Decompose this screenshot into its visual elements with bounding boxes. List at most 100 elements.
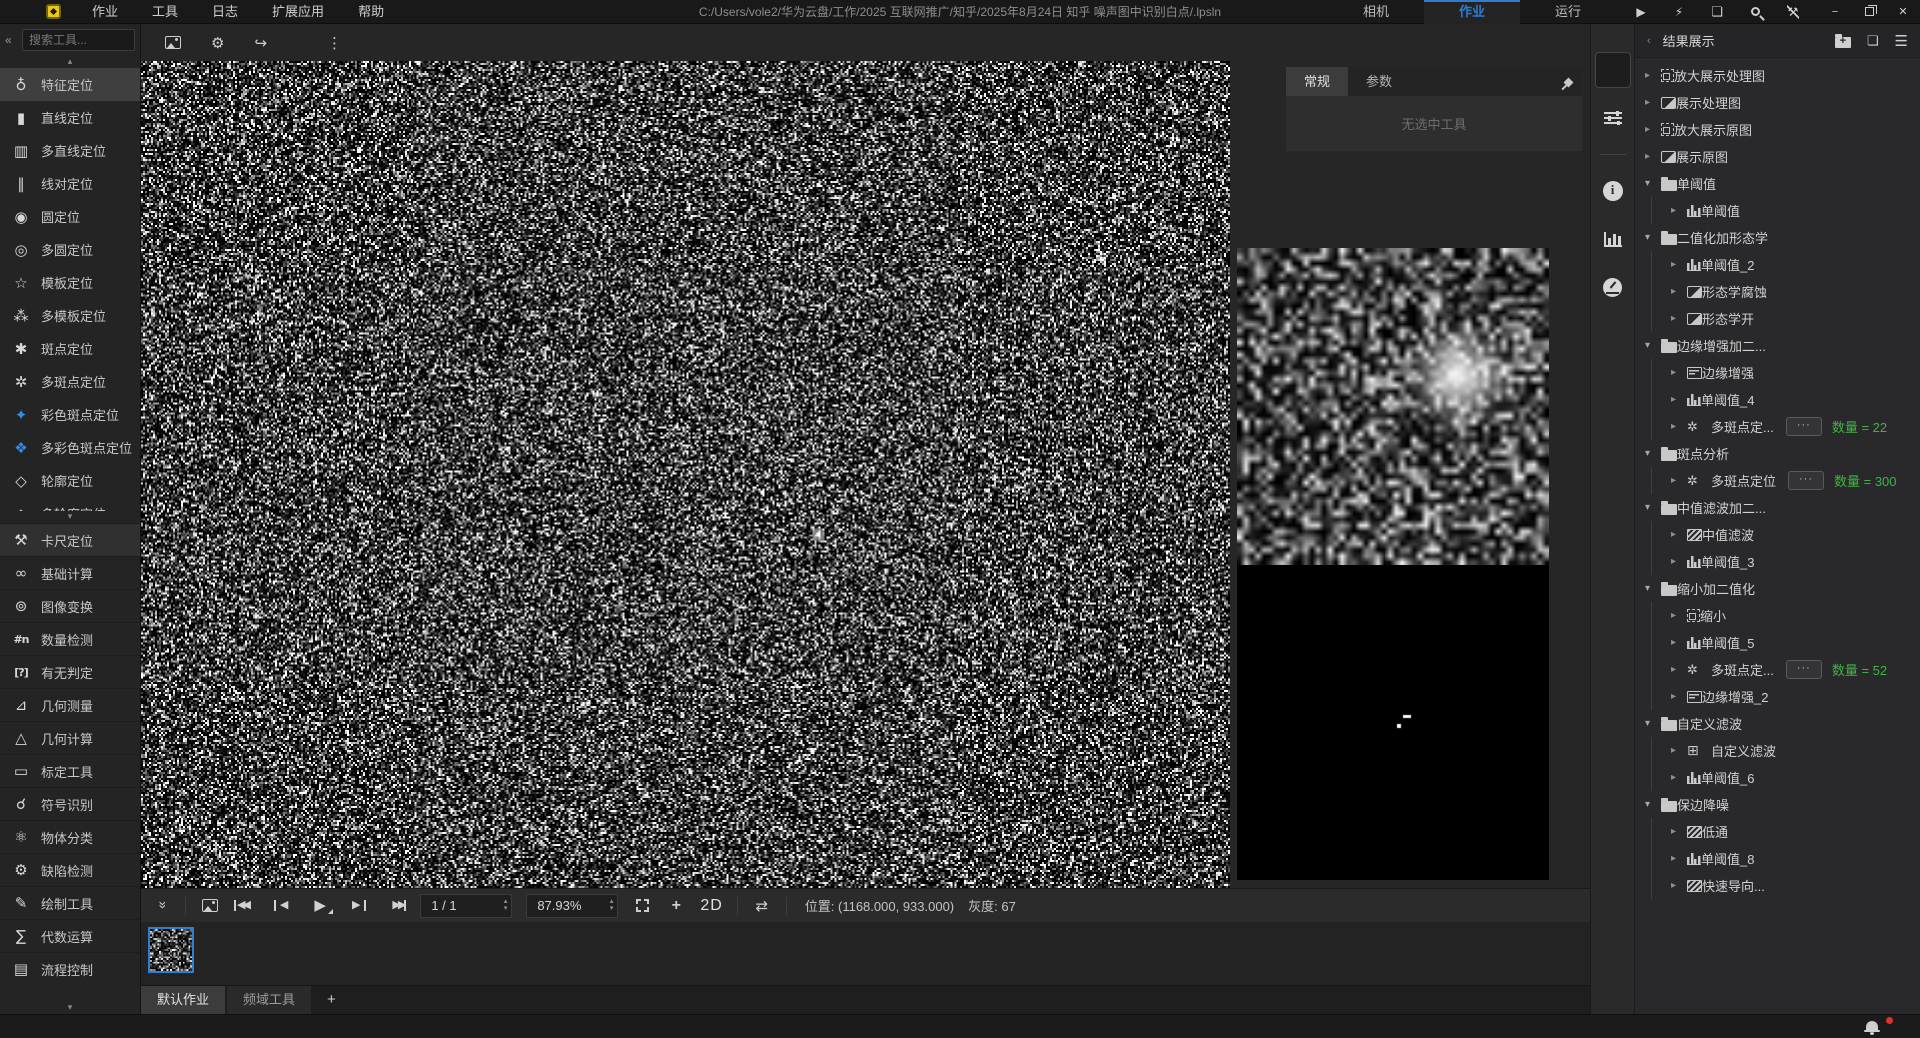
sidebar-tool-item[interactable]: ∥ 线对定位	[0, 167, 140, 200]
sidebar-tool-item[interactable]: #n 数量检测	[0, 622, 140, 655]
tree-item[interactable]: ▸ 边缘增强	[1635, 359, 1920, 386]
tool-panel-tab[interactable]: 常规	[1286, 67, 1348, 96]
menu-item[interactable]: 日志	[195, 0, 255, 23]
expander-icon[interactable]: ▸	[1671, 313, 1687, 324]
tree-item[interactable]: ▸ 形态学开	[1635, 305, 1920, 332]
image-canvas-area[interactable]	[141, 61, 1230, 888]
sidebar-tool-item[interactable]: ▭ 标定工具	[0, 754, 140, 787]
expander-icon[interactable]: ▾	[1645, 799, 1661, 810]
sidebar-tool-item[interactable]: ⚙ 缺陷检测	[0, 853, 140, 886]
loop-button[interactable]: ⇄	[752, 897, 772, 915]
sidebar-tool-item[interactable]: ☆ 模板定位	[0, 266, 140, 299]
sidebar-tool-item[interactable]: ⁂ 多模板定位	[0, 299, 140, 332]
flash-icon[interactable]: ⚡	[1675, 5, 1683, 19]
expander-icon[interactable]: ▾	[1645, 448, 1661, 459]
run-icon[interactable]: ▶	[1636, 5, 1645, 19]
expander-icon[interactable]: ▸	[1671, 745, 1687, 756]
tree-item[interactable]: ▸ 形态学腐蚀	[1635, 278, 1920, 305]
sidebar-tool-item[interactable]: ♁ 特征定位	[0, 68, 140, 101]
menu-item[interactable]: 帮助	[341, 0, 401, 23]
tree-item[interactable]: ▸ 快速导向...	[1635, 872, 1920, 899]
tool-disabled-icon[interactable]: ⚒	[1788, 5, 1799, 19]
sidebar-tool-item[interactable]: ▮ 直线定位	[0, 101, 140, 134]
more-vertical-icon[interactable]: ⋮	[327, 34, 342, 52]
frame-thumbnail[interactable]	[148, 927, 194, 973]
skip-last-icon[interactable]: ▶▶	[392, 900, 406, 911]
expander-icon[interactable]: ▸	[1671, 664, 1687, 675]
tree-item[interactable]: ▸ 单阈值_8	[1635, 845, 1920, 872]
tree-item[interactable]: ▸ ⊞ 自定义滤波	[1635, 737, 1920, 764]
expander-icon[interactable]: ▸	[1645, 124, 1661, 135]
binary-preview-pane[interactable]	[1237, 565, 1549, 880]
expander-icon[interactable]: ▸	[1671, 853, 1687, 864]
panel-collapse-icon[interactable]: ‹	[1647, 35, 1651, 47]
right-toolbar-item[interactable]	[1595, 221, 1631, 257]
close-button[interactable]: ✕	[1886, 0, 1920, 24]
expander-icon[interactable]: ▸	[1645, 151, 1661, 162]
binary-preview-image[interactable]	[1237, 565, 1549, 880]
more-options-button[interactable]: ···	[1788, 471, 1824, 490]
expander-icon[interactable]: ▸	[1645, 70, 1661, 81]
tree-item[interactable]: ▸ 低通	[1635, 818, 1920, 845]
menu-item[interactable]: 工具	[135, 0, 195, 23]
sidebar-tool-item[interactable]: ☌ 符号识别	[0, 787, 140, 820]
sidebar-tool-item[interactable]: ▥ 多直线定位	[0, 134, 140, 167]
expander-icon[interactable]: ▾	[1645, 718, 1661, 729]
expander-icon[interactable]: ▸	[1671, 475, 1687, 486]
spinner-down-icon[interactable]: ▾	[504, 906, 508, 912]
sidebar-tool-item[interactable]: ∞ 基础计算	[0, 556, 140, 589]
mode-tab[interactable]: 作业	[1424, 0, 1520, 24]
expander-icon[interactable]: ▸	[1671, 205, 1687, 216]
job-tab[interactable]: 频域工具	[227, 986, 311, 1014]
sidebar-tool-item[interactable]: ✦ 彩色斑点定位	[0, 398, 140, 431]
tree-item[interactable]: ▸ ✲ 多斑点定... ··· 数量 = 22	[1635, 413, 1920, 440]
tree-item[interactable]: ▾ 中值滤波加二...	[1635, 494, 1920, 521]
expander-icon[interactable]: ▸	[1671, 556, 1687, 567]
tree-item[interactable]: ▾ 边缘增强加二...	[1635, 332, 1920, 359]
sidebar-tool-item[interactable]: ⚛ 物体分类	[0, 820, 140, 853]
expander-icon[interactable]: ▾	[1645, 340, 1661, 351]
fit-view-button[interactable]	[632, 899, 652, 912]
tree-item[interactable]: ▸ 单阈值_5	[1635, 629, 1920, 656]
tree-item[interactable]: ▸ 放大展示处理图	[1635, 62, 1920, 89]
tree-item[interactable]: ▸ ✲ 多斑点定位 ··· 数量 = 300	[1635, 467, 1920, 494]
skip-first-icon[interactable]: ◀◀	[234, 900, 248, 911]
expander-icon[interactable]: ▸	[1671, 421, 1687, 432]
crosshair-button[interactable]: +	[666, 897, 686, 915]
mode-tab[interactable]: 运行	[1520, 0, 1616, 24]
sidebar-tool-item[interactable]: ⊚ 图像变换	[0, 589, 140, 622]
sidebar-tool-item[interactable]: ◉ 圆定位	[0, 200, 140, 233]
notifications-button[interactable]	[1866, 1019, 1886, 1035]
right-toolbar-item[interactable]	[1595, 173, 1631, 209]
expander-icon[interactable]: ▸	[1671, 367, 1687, 378]
menu-item[interactable]: 作业	[75, 0, 135, 23]
sidebar-tool-item[interactable]: [?] 有无判定	[0, 655, 140, 688]
expander-icon[interactable]: ▸	[1645, 97, 1661, 108]
tree-item[interactable]: ▸ 边缘增强_2	[1635, 683, 1920, 710]
sidebar-tool-item[interactable]: ◇ 轮廓定位	[0, 464, 140, 497]
tree-item[interactable]: ▸ ✲ 多斑点定... ··· 数量 = 52	[1635, 656, 1920, 683]
sidebar-tool-item[interactable]: ⊿ 几何测量	[0, 688, 140, 721]
sidebar-tool-item[interactable]: ▤ 流程控制	[0, 952, 140, 985]
expander-icon[interactable]: ▸	[1671, 826, 1687, 837]
mode-tab[interactable]: 相机	[1328, 0, 1424, 24]
sidebar-tool-item[interactable]: ∑ 代数运算	[0, 919, 140, 952]
sidebar-tool-item[interactable]: ◎ 多圆定位	[0, 233, 140, 266]
tree-item[interactable]: ▾ 自定义滤波	[1635, 710, 1920, 737]
tree-item[interactable]: ▾ 斑点分析	[1635, 440, 1920, 467]
tree-item[interactable]: ▸ 放大展示原图	[1635, 116, 1920, 143]
noise-image[interactable]	[141, 61, 1230, 888]
expander-icon[interactable]: ▸	[1671, 394, 1687, 405]
expander-icon[interactable]: ▸	[1671, 259, 1687, 270]
collapse-sidebar-icon[interactable]: «	[5, 33, 17, 47]
play-icon[interactable]: ▶	[314, 898, 326, 913]
frame-spinner[interactable]: 1 / 1 ▴▾	[420, 894, 512, 918]
sidebar-tool-item[interactable]: △ 几何计算	[0, 721, 140, 754]
expander-icon[interactable]: ▸	[1671, 286, 1687, 297]
collapse-all-icon[interactable]: ❏	[1867, 33, 1879, 49]
tree-item[interactable]: ▸ 中值滤波	[1635, 521, 1920, 548]
expander-icon[interactable]: ▸	[1671, 637, 1687, 648]
collapse-strip-button[interactable]: «	[151, 898, 171, 914]
expander-icon[interactable]: ▾	[1645, 178, 1661, 189]
more-options-button[interactable]: ···	[1786, 417, 1822, 436]
